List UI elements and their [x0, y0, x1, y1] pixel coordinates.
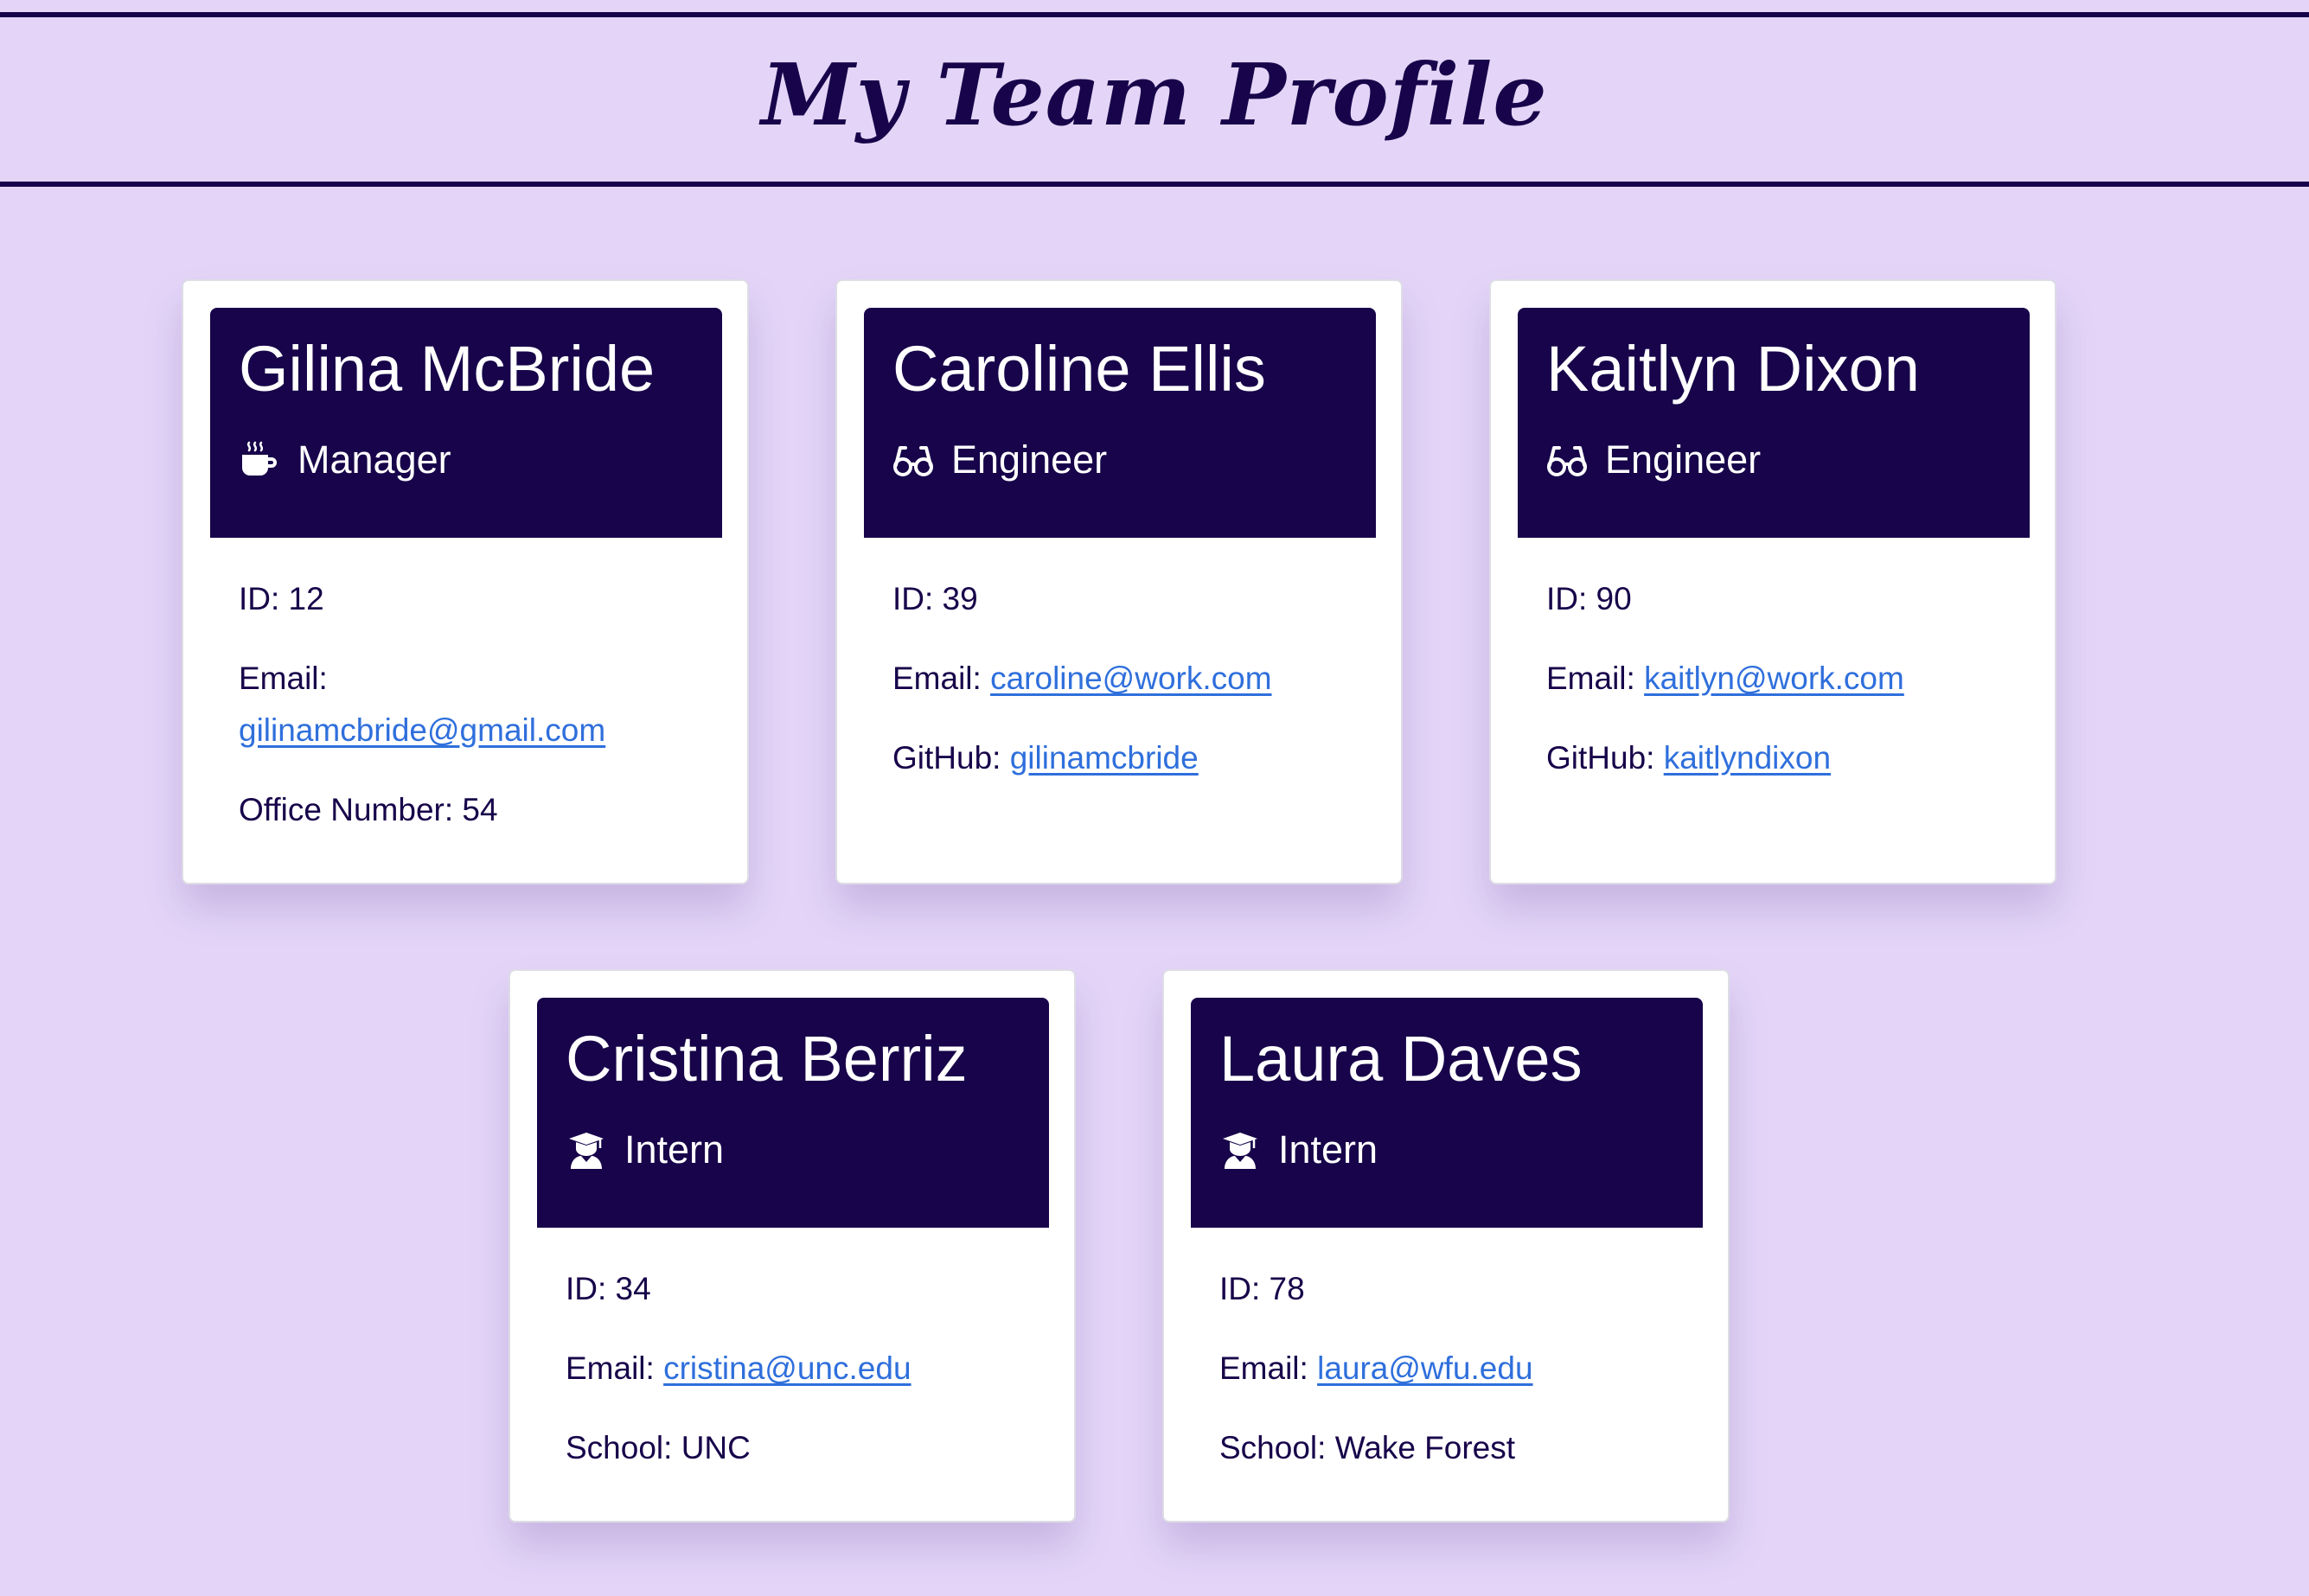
id-line: ID: 78: [1219, 1263, 1686, 1315]
email-line: Email: caroline@work.com: [892, 653, 1359, 705]
member-name: Kaitlyn Dixon: [1546, 333, 1920, 405]
team-member-card: Caroline Ellis Engineer ID: 39 Email: ca…: [835, 279, 1403, 884]
email-link[interactable]: kaitlyn@work.com: [1644, 661, 1904, 696]
member-name: Gilina McBride: [239, 333, 656, 405]
page-title: My Team Profile: [761, 46, 1548, 145]
member-role: Manager: [239, 434, 451, 486]
page-header: My Team Profile: [0, 12, 2309, 187]
member-role: Engineer: [1546, 434, 1761, 486]
role-label: Manager: [297, 437, 451, 482]
email-link[interactable]: cristina@unc.edu: [663, 1350, 911, 1386]
id-text: ID: 90: [1546, 581, 1632, 616]
card-body: ID: 34 Email: cristina@unc.edu School: U…: [566, 1263, 1033, 1502]
graduate-icon: [1219, 1129, 1261, 1171]
role-label: Engineer: [1605, 437, 1762, 482]
card-body: ID: 90 Email: kaitlyn@work.com GitHub: k…: [1546, 573, 2013, 812]
card-header: Kaitlyn Dixon Engineer: [1518, 308, 2030, 538]
email-label: Email:: [239, 661, 328, 696]
id-line: ID: 12: [239, 573, 706, 625]
team-member-card: Laura Daves Intern ID: 78 Email: laura@w…: [1162, 969, 1730, 1523]
email-line: Email: laura@wfu.edu: [1219, 1343, 1686, 1395]
team-member-card: Kaitlyn Dixon Engineer ID: 90 Email: kai…: [1489, 279, 2056, 884]
email-label: Email:: [1219, 1350, 1308, 1386]
graduate-icon: [566, 1129, 607, 1171]
school-line: School: UNC: [566, 1422, 1033, 1474]
email-line: Email: gilinamcbride@gmail.com: [239, 653, 706, 757]
role-label: Intern: [624, 1127, 725, 1171]
role-label: Intern: [1278, 1127, 1378, 1171]
glasses-icon: [1546, 439, 1588, 481]
card-header: Caroline Ellis Engineer: [864, 308, 1376, 538]
email-label: Email:: [566, 1350, 655, 1386]
member-role: Intern: [566, 1124, 724, 1176]
school-text: School: Wake Forest: [1219, 1430, 1516, 1465]
glasses-icon: [892, 439, 934, 481]
team-member-card: Cristina Berriz Intern ID: 34 Email: cri…: [508, 969, 1076, 1523]
id-line: ID: 34: [566, 1263, 1033, 1315]
card-header: Laura Daves Intern: [1191, 998, 1703, 1228]
github-label: GitHub:: [892, 740, 1001, 776]
office-number-text: Office Number: 54: [239, 792, 498, 827]
role-label: Engineer: [951, 437, 1108, 482]
school-line: School: Wake Forest: [1219, 1422, 1686, 1474]
member-name: Cristina Berriz: [566, 1023, 968, 1095]
github-label: GitHub:: [1546, 740, 1655, 776]
email-link[interactable]: caroline@work.com: [990, 661, 1271, 696]
member-name: Laura Daves: [1219, 1023, 1583, 1095]
member-role: Intern: [1219, 1124, 1378, 1176]
email-line: Email: kaitlyn@work.com: [1546, 653, 2013, 705]
email-link[interactable]: gilinamcbride@gmail.com: [239, 712, 605, 748]
id-text: ID: 78: [1219, 1271, 1305, 1306]
email-label: Email:: [892, 661, 982, 696]
office-number-line: Office Number: 54: [239, 784, 706, 836]
id-line: ID: 39: [892, 573, 1359, 625]
member-name: Caroline Ellis: [892, 333, 1266, 405]
coffee-mug-icon: [239, 439, 280, 481]
id-line: ID: 90: [1546, 573, 2013, 625]
school-text: School: UNC: [566, 1430, 751, 1465]
email-line: Email: cristina@unc.edu: [566, 1343, 1033, 1395]
card-header: Gilina McBride Manager: [210, 308, 722, 538]
team-member-card: Gilina McBride Manager ID: 12 Email: gil…: [182, 279, 749, 884]
card-header: Cristina Berriz Intern: [537, 998, 1049, 1228]
github-line: GitHub: gilinamcbride: [892, 732, 1359, 784]
github-link[interactable]: kaitlyndixon: [1664, 740, 1831, 776]
id-text: ID: 34: [566, 1271, 651, 1306]
id-text: ID: 39: [892, 581, 978, 616]
member-role: Engineer: [892, 434, 1107, 486]
email-label: Email:: [1546, 661, 1635, 696]
email-link[interactable]: laura@wfu.edu: [1317, 1350, 1532, 1386]
card-body: ID: 12 Email: gilinamcbride@gmail.com Of…: [239, 573, 706, 864]
card-body: ID: 39 Email: caroline@work.com GitHub: …: [892, 573, 1359, 812]
github-link[interactable]: gilinamcbride: [1010, 740, 1199, 776]
id-text: ID: 12: [239, 581, 324, 616]
github-line: GitHub: kaitlyndixon: [1546, 732, 2013, 784]
card-body: ID: 78 Email: laura@wfu.edu School: Wake…: [1219, 1263, 1686, 1502]
